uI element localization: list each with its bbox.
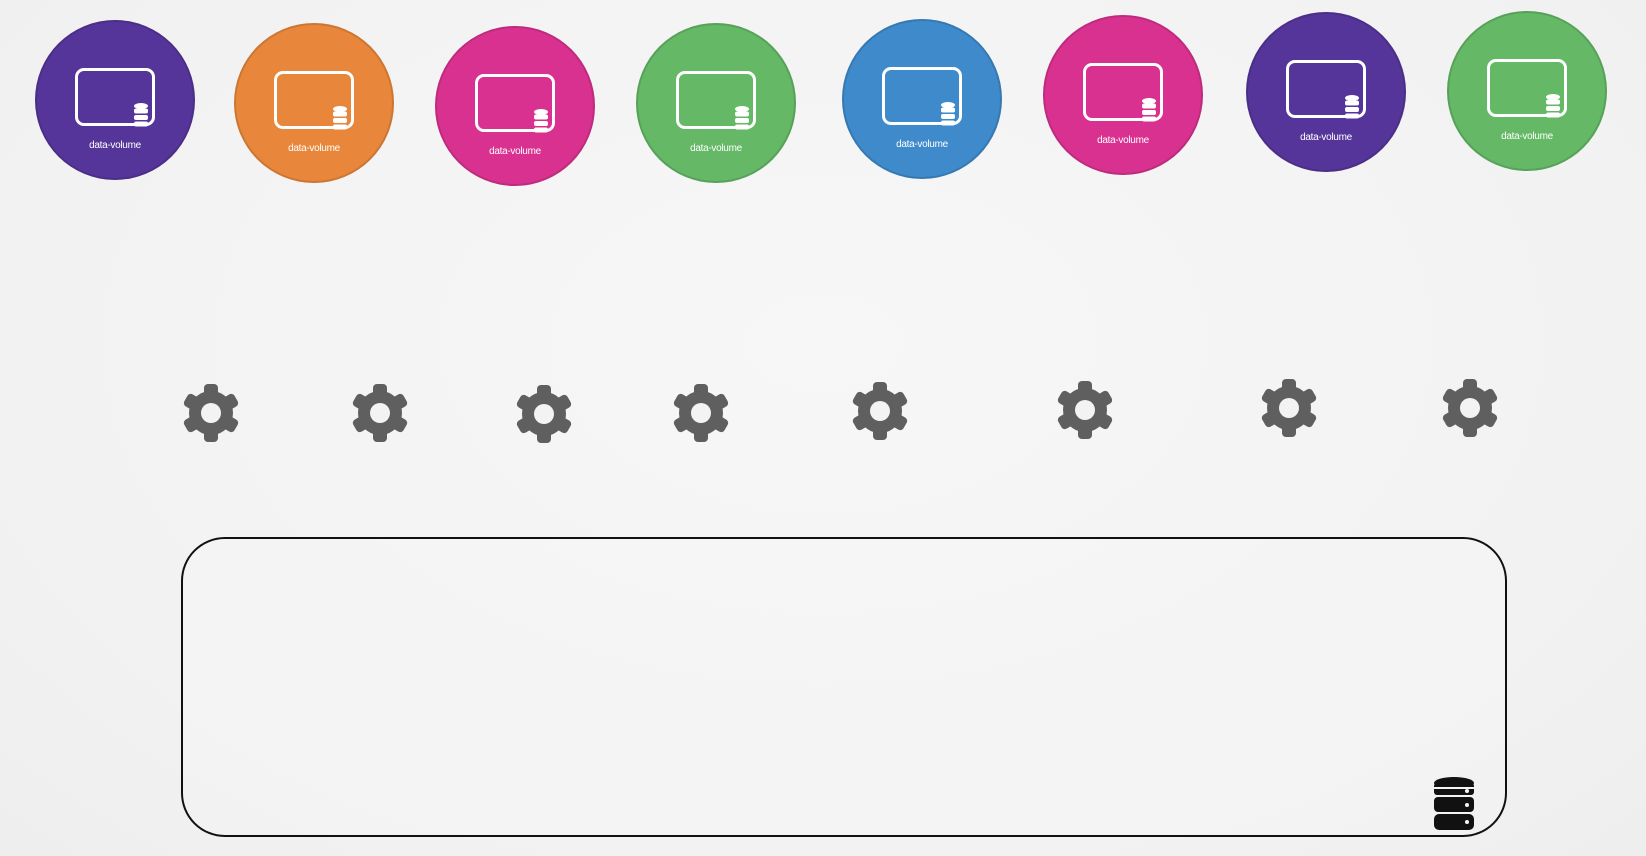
- pod-label: data-volume: [1501, 131, 1553, 142]
- storage-box: [181, 537, 1507, 837]
- pod-label: data-volume: [89, 140, 141, 151]
- database-icon: [941, 102, 955, 126]
- gear-icon: [673, 384, 729, 442]
- pod-label: data-volume: [1097, 135, 1149, 146]
- gear-icon: [852, 382, 908, 440]
- pod-8: data-volume: [1447, 11, 1607, 171]
- pod-6: data-volume: [1043, 15, 1203, 175]
- pod-label: data-volume: [896, 139, 948, 150]
- pod-2: data-volume: [234, 23, 394, 183]
- pod-3: data-volume: [435, 26, 595, 186]
- pod-label: data-volume: [1300, 132, 1352, 143]
- database-icon: [134, 103, 148, 127]
- pod-4: data-volume: [636, 23, 796, 183]
- gear-icon: [1261, 379, 1317, 437]
- gear-icon: [1057, 381, 1113, 439]
- gear-icon: [1442, 379, 1498, 437]
- gear-icon: [183, 384, 239, 442]
- database-icon: [1546, 94, 1560, 118]
- diagram-canvas: data-volume data-volume data-volume data…: [0, 0, 1646, 856]
- database-icon: [735, 106, 749, 130]
- pod-label: data-volume: [690, 143, 742, 154]
- pod-1: data-volume: [35, 20, 195, 180]
- pod-5: data-volume: [842, 19, 1002, 179]
- gear-icon: [516, 385, 572, 443]
- pod-label: data-volume: [489, 146, 541, 157]
- pod-label: data-volume: [288, 143, 340, 154]
- gear-icon: [352, 384, 408, 442]
- database-icon: [333, 106, 347, 130]
- database-icon: [534, 109, 548, 133]
- database-icon: [1345, 95, 1359, 119]
- pod-7: data-volume: [1246, 12, 1406, 172]
- database-icon: [1142, 98, 1156, 122]
- database-icon: [1434, 777, 1474, 830]
